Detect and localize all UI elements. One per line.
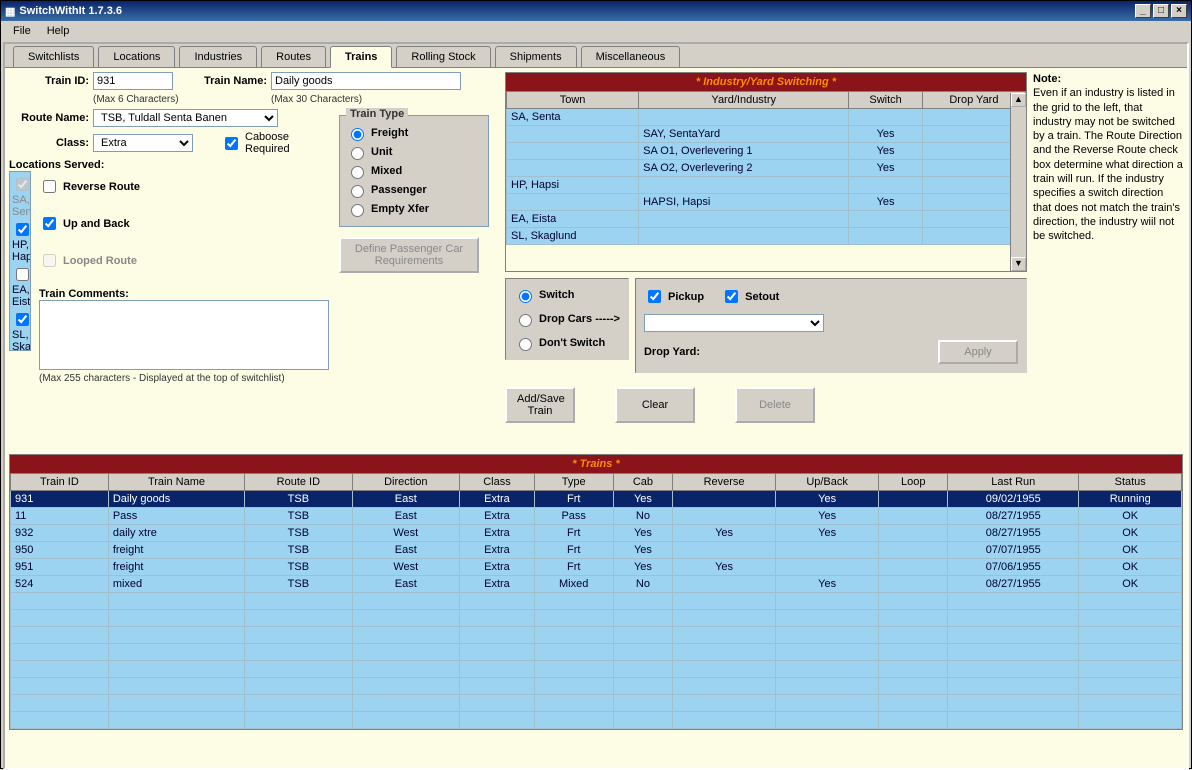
- pickup-checkbox[interactable]: [648, 290, 661, 303]
- switch-row[interactable]: SAY, SentaYardYes: [507, 126, 1026, 143]
- train-row-empty: [11, 644, 1182, 661]
- train-row-empty: [11, 661, 1182, 678]
- train-row[interactable]: 931Daily goodsTSBEastExtraFrtYesYes09/02…: [11, 491, 1182, 508]
- train-id-label: Train ID:: [9, 75, 89, 87]
- minimize-button[interactable]: _: [1135, 4, 1151, 18]
- train-id-input[interactable]: [93, 72, 173, 90]
- switch-row[interactable]: HAPSI, HapsiYes: [507, 194, 1026, 211]
- close-button[interactable]: ×: [1171, 4, 1187, 18]
- caboose-checkbox[interactable]: [225, 137, 238, 150]
- tab-miscellaneous[interactable]: Miscellaneous: [581, 46, 681, 67]
- train-id-hint: (Max 6 Characters): [93, 94, 183, 105]
- menu-file[interactable]: File: [5, 23, 39, 38]
- train-type-passenger[interactable]: [351, 185, 364, 198]
- train-type-mixed[interactable]: [351, 166, 364, 179]
- tab-shipments[interactable]: Shipments: [495, 46, 577, 67]
- looped-checkbox: [43, 254, 56, 267]
- class-label: Class:: [9, 137, 89, 149]
- switch-row[interactable]: EA, Eista: [507, 211, 1026, 228]
- train-name-label: Train Name:: [177, 75, 267, 87]
- reverse-route-label: Reverse Route: [63, 181, 140, 193]
- route-name-select[interactable]: TSB, Tuldall Senta Banen: [93, 109, 278, 127]
- trains-grid-title: * Trains *: [10, 455, 1182, 473]
- train-row-empty: [11, 712, 1182, 729]
- train-row[interactable]: 11PassTSBEastExtraPassNoYes08/27/1955OK: [11, 508, 1182, 525]
- tab-industries[interactable]: Industries: [179, 46, 257, 67]
- maximize-button[interactable]: □: [1153, 4, 1169, 18]
- scrollbar[interactable]: ▲▼: [1010, 93, 1026, 271]
- drop-cars-radio[interactable]: [519, 314, 532, 327]
- add-save-button[interactable]: Add/Save Train: [505, 387, 575, 423]
- train-row-empty: [11, 593, 1182, 610]
- class-select[interactable]: Extra: [93, 134, 193, 152]
- titlebar: ▦ SwitchWithIt 1.7.3.6 _ □ ×: [1, 1, 1191, 21]
- trains-grid[interactable]: Train IDTrain NameRoute IDDirectionClass…: [10, 473, 1182, 729]
- drop-cars-select[interactable]: [644, 314, 824, 332]
- train-row[interactable]: 951freightTSBWestExtraFrtYesYes07/06/195…: [11, 559, 1182, 576]
- menu-help[interactable]: Help: [39, 23, 78, 38]
- tab-locations[interactable]: Locations: [98, 46, 175, 67]
- delete-button: Delete: [735, 387, 815, 423]
- locations-served-label: Locations Served:: [9, 159, 329, 171]
- location-item: SA, Senta: [12, 174, 28, 219]
- train-name-hint: (Max 30 Characters): [271, 94, 362, 105]
- setout-checkbox[interactable]: [725, 290, 738, 303]
- train-name-input[interactable]: [271, 72, 461, 90]
- note-heading: Note:: [1033, 72, 1183, 86]
- comments-hint: (Max 255 characters - Displayed at the t…: [39, 373, 329, 384]
- route-name-label: Route Name:: [9, 112, 89, 124]
- train-row[interactable]: 932daily xtreTSBWestExtraFrtYesYesYes08/…: [11, 525, 1182, 542]
- switch-row[interactable]: SA O1, Overlevering 1Yes: [507, 143, 1026, 160]
- train-row[interactable]: 524mixedTSBEastExtraMixedNoYes08/27/1955…: [11, 576, 1182, 593]
- drop-yard-label: Drop Yard:: [644, 346, 700, 358]
- apply-button: Apply: [938, 340, 1018, 364]
- up-back-label: Up and Back: [63, 218, 130, 230]
- location-item[interactable]: HP, Hapsi: [12, 219, 28, 264]
- train-type-freight[interactable]: [351, 128, 364, 141]
- tab-routes[interactable]: Routes: [261, 46, 326, 67]
- train-type-unit[interactable]: [351, 147, 364, 160]
- app-icon: ▦: [5, 5, 15, 18]
- note-body: Even if an industry is listed in the gri…: [1033, 86, 1183, 243]
- define-passenger-button: Define Passenger Car Requirements: [339, 237, 479, 273]
- dont-switch-radio[interactable]: [519, 338, 532, 351]
- menubar: File Help: [1, 21, 1191, 40]
- switch-row[interactable]: SL, Skaglund: [507, 228, 1026, 245]
- up-back-checkbox[interactable]: [43, 217, 56, 230]
- tab-rolling-stock[interactable]: Rolling Stock: [396, 46, 490, 67]
- switch-row[interactable]: SA O2, Overlevering 2Yes: [507, 160, 1026, 177]
- train-row-empty: [11, 610, 1182, 627]
- train-row-empty: [11, 627, 1182, 644]
- locations-listbox[interactable]: SA, Senta HP, Hapsi EA, Eista SL, Skaglu…: [9, 171, 31, 351]
- reverse-route-checkbox[interactable]: [43, 180, 56, 193]
- comments-textarea[interactable]: [39, 300, 329, 370]
- tab-switchlists[interactable]: Switchlists: [13, 46, 94, 67]
- tab-bar: SwitchlistsLocationsIndustriesRoutesTrai…: [5, 44, 1187, 68]
- switch-radio[interactable]: [519, 290, 532, 303]
- location-item[interactable]: SL, Skaglund: [12, 309, 28, 351]
- switch-grid-title: * Industry/Yard Switching *: [506, 73, 1026, 91]
- comments-label: Train Comments:: [39, 288, 329, 300]
- train-row-empty: [11, 695, 1182, 712]
- train-type-legend: Train Type: [346, 108, 408, 120]
- location-item[interactable]: EA, Eista: [12, 264, 28, 309]
- switch-row[interactable]: HP, Hapsi: [507, 177, 1026, 194]
- train-row-empty: [11, 678, 1182, 695]
- train-row[interactable]: 950freightTSBEastExtraFrtYes07/07/1955OK: [11, 542, 1182, 559]
- switch-grid[interactable]: TownYard/IndustrySwitchDrop YardSA, Sent…: [506, 91, 1026, 245]
- train-type-empty-xfer[interactable]: [351, 204, 364, 217]
- tab-trains[interactable]: Trains: [330, 46, 392, 68]
- switch-row[interactable]: SA, Senta: [507, 109, 1026, 126]
- looped-label: Looped Route: [63, 255, 137, 267]
- caboose-label: Caboose Required: [245, 131, 305, 155]
- window-title: SwitchWithIt 1.7.3.6: [19, 5, 1133, 17]
- clear-button[interactable]: Clear: [615, 387, 695, 423]
